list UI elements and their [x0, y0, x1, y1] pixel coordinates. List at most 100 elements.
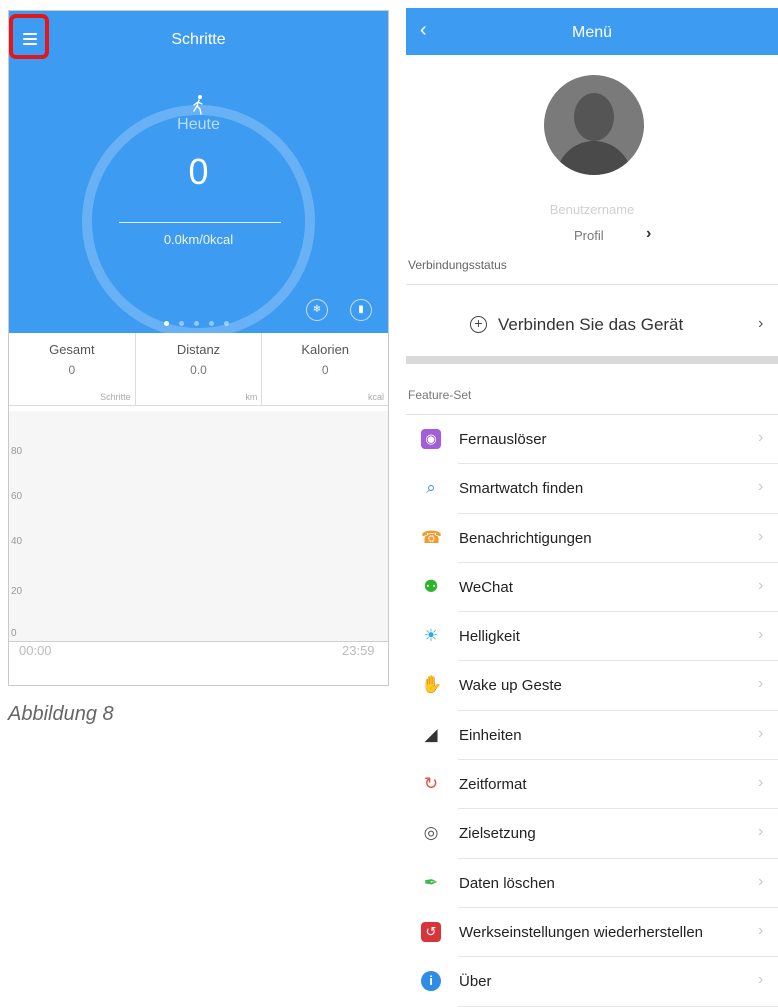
- today-step-count: 0: [188, 151, 209, 192]
- feature-row[interactable]: ✒ Daten löschen ›: [406, 859, 778, 908]
- y-tick: 40: [11, 536, 23, 547]
- feature-list: ◉ Fernauslöser › ⌕ Smartwatch finden › ☎ Benach…: [406, 414, 778, 1007]
- chevron-right-icon: ›: [758, 576, 764, 594]
- chevron-right-icon: ›: [758, 315, 764, 332]
- avatar[interactable]: [544, 75, 644, 175]
- stat-calories: Kalorien 0 kcal: [262, 333, 388, 405]
- page-dot: [224, 321, 229, 326]
- chevron-right-icon: ›: [758, 478, 764, 496]
- username: Benutzername: [549, 202, 635, 217]
- divider-line: [119, 222, 281, 223]
- phone-notification-icon: ☎: [421, 527, 443, 547]
- page-dot: [194, 321, 199, 326]
- today-label: Heute: [177, 116, 220, 133]
- chevron-right-icon: ›: [758, 626, 764, 644]
- wrist-gesture-icon: ✋: [421, 675, 443, 695]
- feature-row[interactable]: ◉ Fernauslöser ›: [406, 415, 778, 465]
- feature-label: Helligkeit: [459, 628, 520, 646]
- profile-link[interactable]: Profil: [574, 228, 604, 243]
- feature-row[interactable]: i Über ›: [406, 957, 778, 1007]
- stat-unit: kcal: [368, 392, 385, 402]
- avatar-shoulders: [556, 141, 632, 175]
- chart-baseline: [9, 641, 388, 642]
- feature-row[interactable]: ◎ Zielsetzung ›: [406, 809, 778, 859]
- stat-unit: Schritte: [100, 392, 131, 402]
- menu-header: ‹ Menü: [406, 8, 778, 55]
- row-divider: [458, 1005, 778, 1007]
- feature-label: Smartwatch finden: [459, 480, 584, 498]
- chevron-right-icon: ›: [758, 724, 764, 742]
- sun-icon: ☀: [423, 626, 439, 646]
- steps-screen: Schritte Heute 0 0.0km/0kcal ❄ ▮ Gesamt …: [8, 10, 389, 686]
- feature-row[interactable]: ⌕ Smartwatch finden ›: [406, 464, 778, 514]
- feature-row[interactable]: ✋ Wake up Geste ›: [406, 661, 778, 711]
- broom-icon: ✒: [423, 872, 439, 892]
- statistics-button[interactable]: ▮: [350, 299, 372, 321]
- target-icon: ◎: [423, 823, 439, 843]
- feature-label: Zielsetzung: [459, 825, 536, 843]
- feature-row[interactable]: ↻ Zeitformat ›: [406, 760, 778, 810]
- feature-row[interactable]: ↺ Werkseinstellungen wiederherstellen ›: [406, 908, 778, 958]
- 24h-clock-icon: ↻: [423, 774, 439, 794]
- page-dot: [179, 321, 184, 326]
- chevron-right-icon: ›: [758, 675, 764, 693]
- reset-icon: ↺: [421, 921, 441, 942]
- y-tick: 80: [11, 446, 23, 457]
- stat-total: Gesamt 0 Schritte: [9, 333, 136, 405]
- plus-circle-icon: +: [470, 316, 487, 333]
- stat-distance: Distanz 0.0 km: [136, 333, 263, 405]
- chevron-right-icon[interactable]: ›: [646, 225, 651, 243]
- connect-device-button[interactable]: + Verbinden Sie das Gerät ›: [406, 284, 778, 356]
- avatar-head: [574, 93, 614, 141]
- feature-row[interactable]: ☎ Benachrichtigungen ›: [406, 514, 778, 563]
- stat-value: 0.0: [190, 363, 207, 377]
- y-tick: 60: [11, 491, 23, 502]
- chevron-right-icon: ›: [758, 872, 764, 890]
- feature-label: Benachrichtigungen: [459, 529, 592, 547]
- section-divider: [406, 356, 778, 364]
- feature-set-header: Feature-Set: [408, 388, 472, 402]
- connection-status-label: Verbindungsstatus: [408, 258, 507, 272]
- feature-label: Daten löschen: [459, 874, 555, 892]
- feature-label: WeChat: [459, 578, 513, 596]
- camera-icon: ◉: [421, 429, 441, 449]
- chevron-right-icon: ›: [758, 429, 764, 446]
- figure-caption: Abbildung 8: [8, 703, 114, 725]
- chevron-right-icon: ›: [758, 971, 764, 989]
- feature-label: Werkseinstellungen wiederherstellen: [459, 923, 704, 941]
- feature-label: Zeitformat: [459, 776, 527, 794]
- y-tick: 0: [11, 628, 17, 639]
- x-tick-start: 00:00: [19, 643, 52, 658]
- stats-row: Gesamt 0 Schritte Distanz 0.0 km Kalorie…: [9, 333, 388, 406]
- feature-row[interactable]: ◢ Einheiten ›: [406, 711, 778, 761]
- stat-label: Kalorien: [301, 342, 350, 357]
- feature-row[interactable]: ☀ Helligkeit ›: [406, 612, 778, 662]
- menu-screen: ‹ Menü Benutzername Profil › Verbindungs…: [406, 8, 778, 1007]
- page-title: Schritte: [171, 31, 226, 48]
- page-indicator: [164, 313, 239, 326]
- chevron-right-icon: ›: [758, 921, 764, 939]
- page-title: Menü: [571, 24, 613, 41]
- ruler-icon: ◢: [424, 724, 438, 744]
- page-dot: [209, 321, 214, 326]
- stat-value: 0: [68, 363, 76, 377]
- stat-value: 0: [321, 363, 329, 377]
- y-tick: 20: [11, 586, 23, 597]
- running-mode-button[interactable]: ❄: [306, 299, 328, 321]
- feature-label: Wake up Geste: [459, 677, 562, 695]
- feature-label: Fernauslöser: [459, 431, 547, 448]
- connect-device-label: Verbinden Sie das Gerät: [498, 315, 684, 334]
- stat-label: Gesamt: [49, 342, 95, 357]
- steps-header-panel: Schritte Heute 0 0.0km/0kcal ❄ ▮: [9, 11, 388, 338]
- x-tick-end: 23:59: [342, 643, 375, 658]
- info-icon: i: [421, 971, 441, 992]
- search-watch-icon: ⌕: [426, 478, 436, 498]
- walking-icon: [193, 95, 203, 115]
- distance-calories-text: 0.0km/0kcal: [163, 232, 234, 247]
- chevron-right-icon: ›: [758, 527, 764, 545]
- chevron-right-icon: ›: [758, 823, 764, 841]
- feature-label: Über: [459, 973, 492, 991]
- feature-row[interactable]: ⚉ WeChat ›: [406, 563, 778, 613]
- stat-unit: km: [245, 392, 258, 402]
- page-dot: [164, 321, 169, 326]
